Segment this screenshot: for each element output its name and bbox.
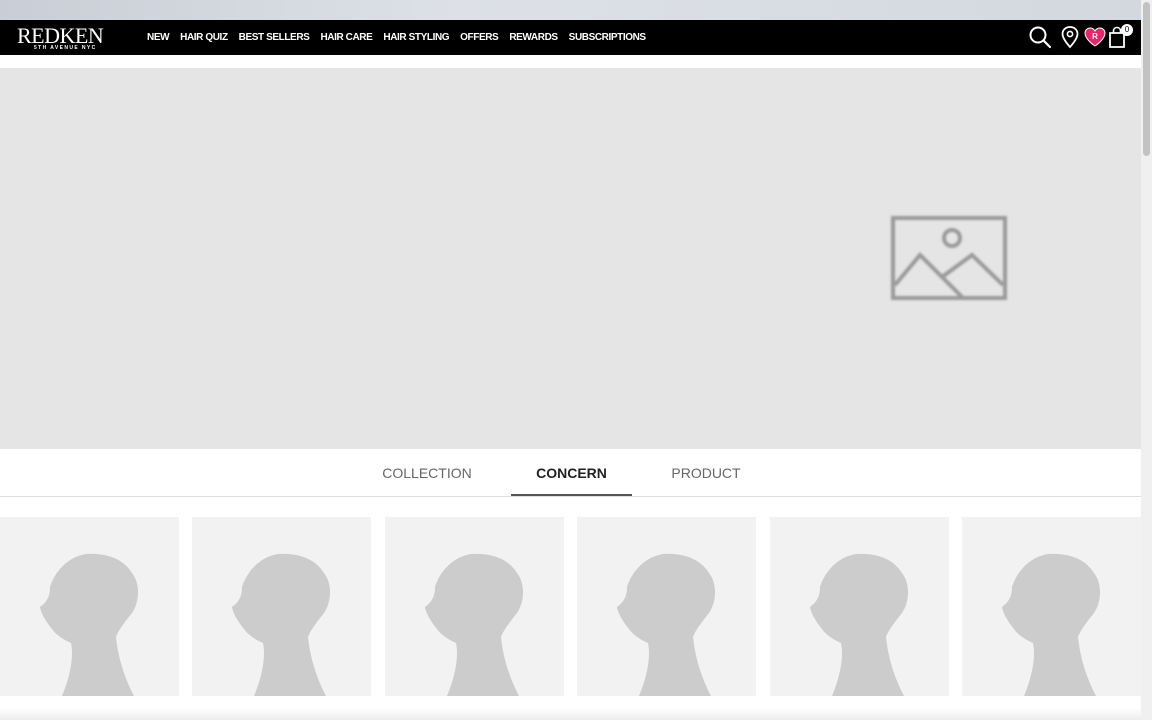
hero-banner: [0, 68, 1141, 449]
bottom-fade: [0, 708, 1141, 720]
tab-product[interactable]: PRODUCT: [646, 450, 766, 496]
page-scrollbar[interactable]: [1141, 0, 1152, 720]
rewards-heart-icon[interactable]: R: [1083, 25, 1107, 49]
image-placeholder-icon: [890, 215, 1008, 301]
silhouette-image: [425, 553, 523, 696]
promo-strip: [0, 0, 1141, 20]
silhouette-image: [810, 553, 908, 696]
concern-card[interactable]: [770, 517, 949, 696]
nav-item-best-sellers[interactable]: BEST SELLERS: [239, 32, 310, 43]
scrollbar-thumb[interactable]: [1143, 2, 1150, 156]
nav-item-hair-styling[interactable]: HAIR STYLING: [383, 32, 449, 43]
category-tabs: COLLECTION CONCERN PRODUCT: [0, 450, 1141, 497]
concern-card[interactable]: [577, 517, 756, 696]
nav-item-offers[interactable]: OFFERS: [460, 32, 499, 43]
tab-collection[interactable]: COLLECTION: [367, 450, 487, 496]
main-nav: NEW HAIR QUIZ BEST SELLERS HAIR CARE HAI…: [147, 20, 657, 55]
silhouette-image: [1002, 553, 1100, 696]
store-locator-icon[interactable]: [1060, 25, 1080, 49]
search-icon[interactable]: [1028, 25, 1052, 49]
svg-text:R: R: [1092, 32, 1098, 41]
concern-card[interactable]: [192, 517, 371, 696]
brand-logo[interactable]: REDKEN 5TH AVENUE NYC: [17, 23, 117, 53]
nav-item-rewards[interactable]: REWARDS: [509, 32, 558, 43]
silhouette-image: [40, 553, 138, 696]
site-header: REDKEN 5TH AVENUE NYC NEW HAIR QUIZ BEST…: [0, 20, 1141, 55]
logo-tagline: 5TH AVENUE NYC: [34, 45, 97, 51]
silhouette-image: [617, 553, 715, 696]
nav-item-hair-care[interactable]: HAIR CARE: [320, 32, 372, 43]
nav-item-hair-quiz[interactable]: HAIR QUIZ: [180, 32, 228, 43]
concern-card[interactable]: [0, 517, 179, 696]
cart-count-badge: 0: [1121, 24, 1133, 36]
tab-concern[interactable]: CONCERN: [511, 450, 632, 496]
nav-item-subscriptions[interactable]: SUBSCRIPTIONS: [569, 32, 646, 43]
concern-card[interactable]: [385, 517, 564, 696]
nav-item-new[interactable]: NEW: [147, 32, 170, 43]
concern-cards: [0, 517, 1141, 696]
silhouette-image: [232, 553, 330, 696]
concern-card[interactable]: [962, 517, 1141, 696]
